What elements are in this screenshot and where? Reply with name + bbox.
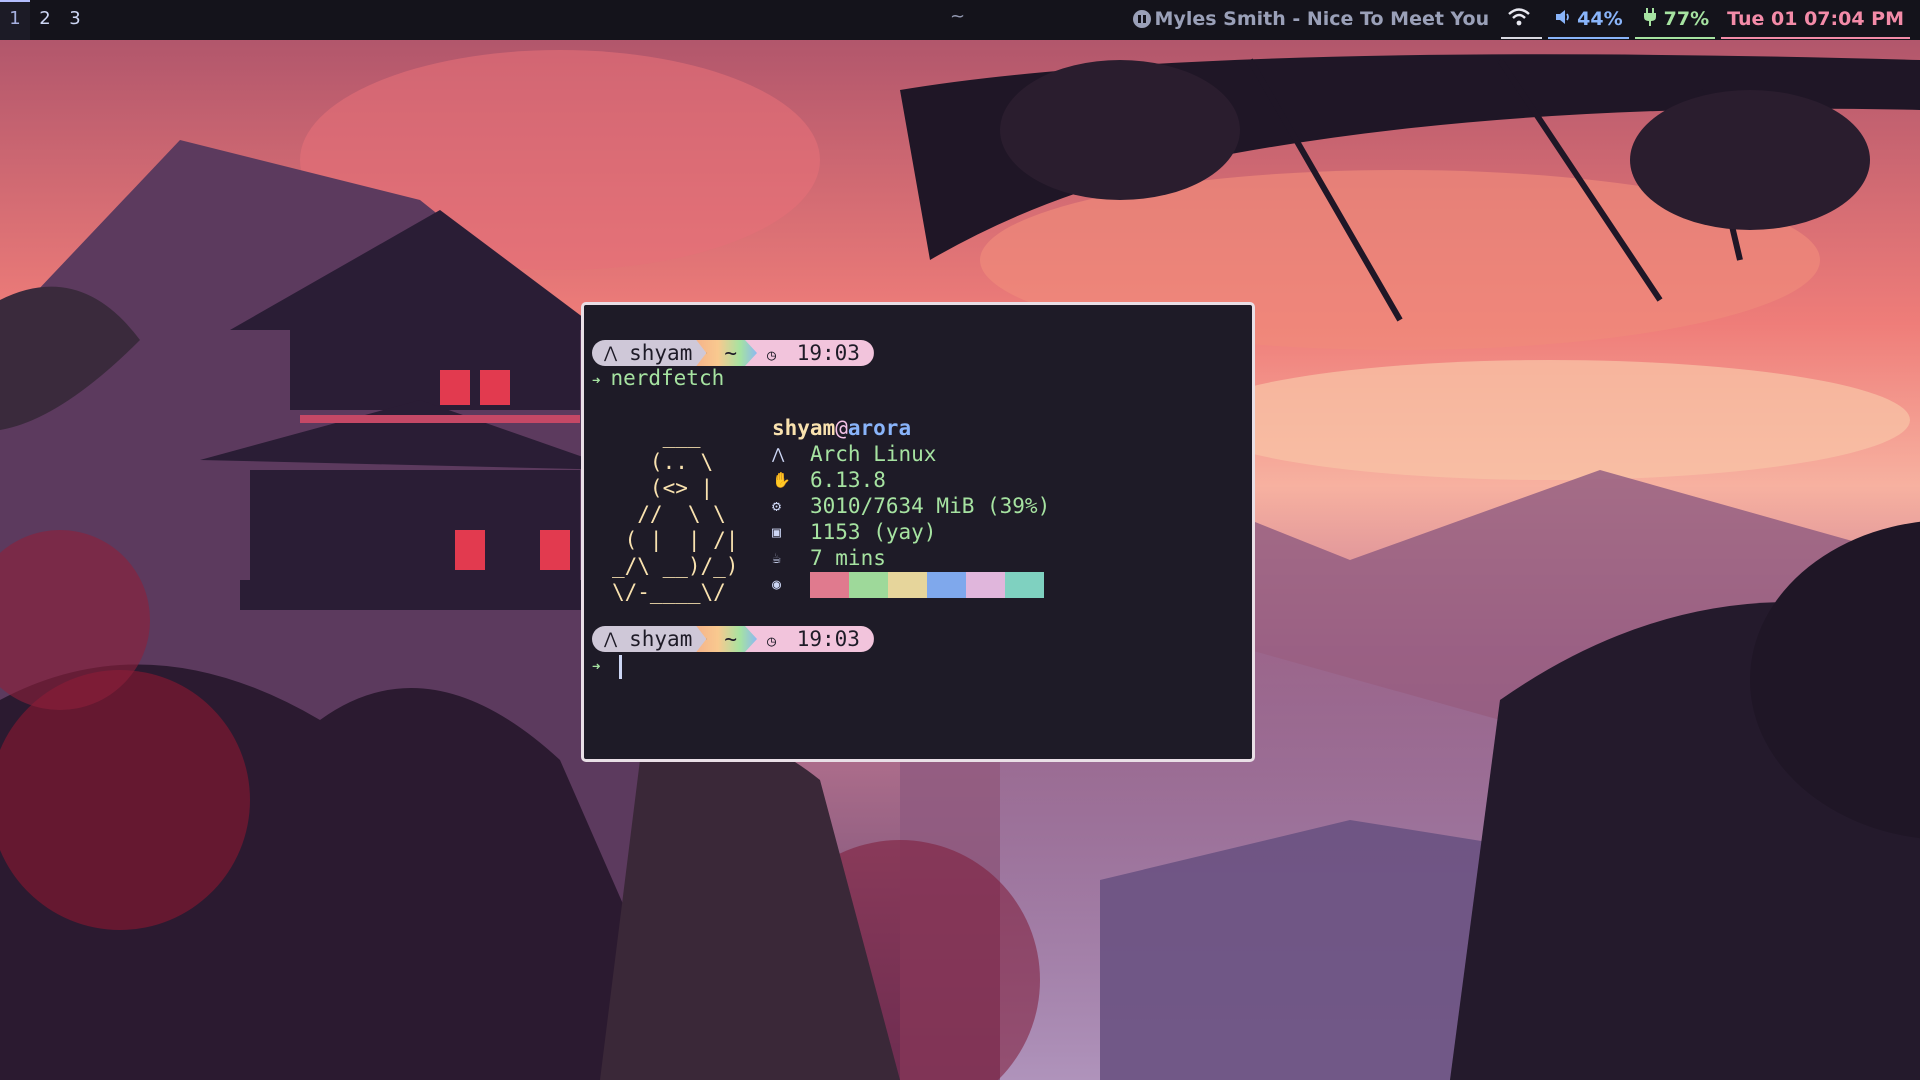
prompt-user-segment: ⋀ shyam: [592, 626, 707, 652]
speaker-icon: [1554, 8, 1572, 31]
fetch-os-row: ⋀ Arch Linux: [772, 441, 1050, 467]
fetch-at: @: [835, 416, 848, 440]
command-line[interactable]: ➜: [592, 652, 610, 676]
fetch-memory-row: ⚙ 3010/7634 MiB (39%): [772, 493, 1050, 519]
prompt-time-segment: ◷ 19:03: [745, 340, 874, 366]
top-bar: 1 2 3 ~ Myles Smith - Nice To Meet You 4…: [0, 0, 1920, 40]
terminal-window[interactable]: ⋀ shyam ~ ◷ 19:03 ➜ nerdfetch ___ (.. \ (…: [581, 302, 1255, 762]
volume-label: 44%: [1577, 8, 1623, 30]
workspace-3[interactable]: 3: [60, 0, 90, 40]
fetch-uptime-row: ☕ 7 mins: [772, 545, 1050, 571]
fetch-kernel: 6.13.8: [810, 468, 886, 492]
palette-swatch: [810, 572, 849, 598]
chip-icon: ⚙: [772, 497, 782, 515]
prompt-time: 19:03: [796, 341, 860, 365]
fetch-os: Arch Linux: [810, 442, 937, 466]
battery-module[interactable]: 77%: [1634, 1, 1716, 39]
fetch-info: shyam @ arora ⋀ Arch Linux ✋ 6.13.8 ⚙ 3010…: [772, 415, 1050, 598]
clock-module[interactable]: Tue 01 07:04 PM: [1721, 1, 1910, 39]
ascii-art-tux: ___ (.. \ (<> | // \ \ ( | | /| _/\ __)/…: [612, 424, 739, 604]
fetch-host: arora: [847, 416, 912, 440]
fetch-memory: 3010/7634 MiB (39%): [810, 494, 1051, 518]
text-cursor: [619, 655, 622, 679]
fetch-palette-row: ◉: [772, 571, 1050, 598]
wifi-module[interactable]: [1501, 1, 1543, 39]
media-track-label: Myles Smith - Nice To Meet You: [1154, 8, 1490, 30]
battery-label: 77%: [1663, 8, 1710, 30]
prompt-time-segment: ◷ 19:03: [745, 626, 874, 652]
palette-swatch: [966, 572, 1005, 598]
tux-icon: ✋: [772, 471, 791, 489]
prompt-user: shyam: [629, 341, 693, 365]
palette-swatch: [1005, 572, 1044, 598]
workspace-2[interactable]: 2: [30, 0, 60, 40]
palette-swatch: [888, 572, 927, 598]
workspace-1[interactable]: 1: [0, 0, 30, 40]
package-icon: ▣: [772, 523, 782, 541]
prompt-dir: ~: [724, 341, 737, 365]
fetch-uptime: 7 mins: [810, 546, 886, 570]
workspace-switcher: 1 2 3: [0, 0, 90, 40]
palette-swatch: [849, 572, 888, 598]
clock-icon: ◷: [767, 346, 777, 364]
arch-icon: ⋀: [604, 343, 618, 362]
arch-icon: ⋀: [772, 445, 785, 463]
prompt-arrow-icon: ➜: [592, 373, 601, 389]
prompt-line: ⋀ shyam ~ ◷ 19:03: [592, 626, 874, 652]
prompt-user-segment: ⋀ shyam: [592, 340, 707, 366]
prompt-line: ⋀ shyam ~ ◷ 19:03: [592, 340, 874, 366]
command-line: ➜ nerdfetch: [592, 366, 724, 390]
prompt-arrow-icon: ➜: [592, 659, 601, 675]
palette-icon: ◉: [772, 575, 782, 593]
media-player-module[interactable]: Myles Smith - Nice To Meet You: [1127, 1, 1496, 39]
battery-plug-icon: [1641, 7, 1659, 32]
status-modules: Myles Smith - Nice To Meet You 44% 77% T…: [1121, 0, 1910, 40]
color-palette: [810, 572, 1044, 598]
fetch-packages-row: ▣ 1153 (yay): [772, 519, 1050, 545]
command-text: nerdfetch: [610, 366, 725, 390]
clock-label: Tue 01 07:04 PM: [1727, 8, 1904, 30]
volume-module[interactable]: 44%: [1548, 1, 1629, 39]
wifi-icon: [1507, 7, 1531, 32]
pause-circle-icon[interactable]: [1132, 10, 1151, 28]
prompt-time: 19:03: [796, 627, 860, 651]
coffee-icon: ☕: [772, 549, 782, 567]
fetch-userhost-row: shyam @ arora: [772, 415, 1050, 441]
fetch-packages: 1153 (yay): [810, 520, 937, 544]
palette-swatch: [927, 572, 966, 598]
clock-icon: ◷: [767, 632, 777, 650]
fetch-user: shyam: [772, 416, 836, 440]
fetch-kernel-row: ✋ 6.13.8: [772, 467, 1050, 493]
prompt-user: shyam: [629, 627, 693, 651]
arch-icon: ⋀: [604, 629, 618, 648]
prompt-dir: ~: [724, 627, 737, 651]
window-title: ~: [950, 6, 966, 27]
